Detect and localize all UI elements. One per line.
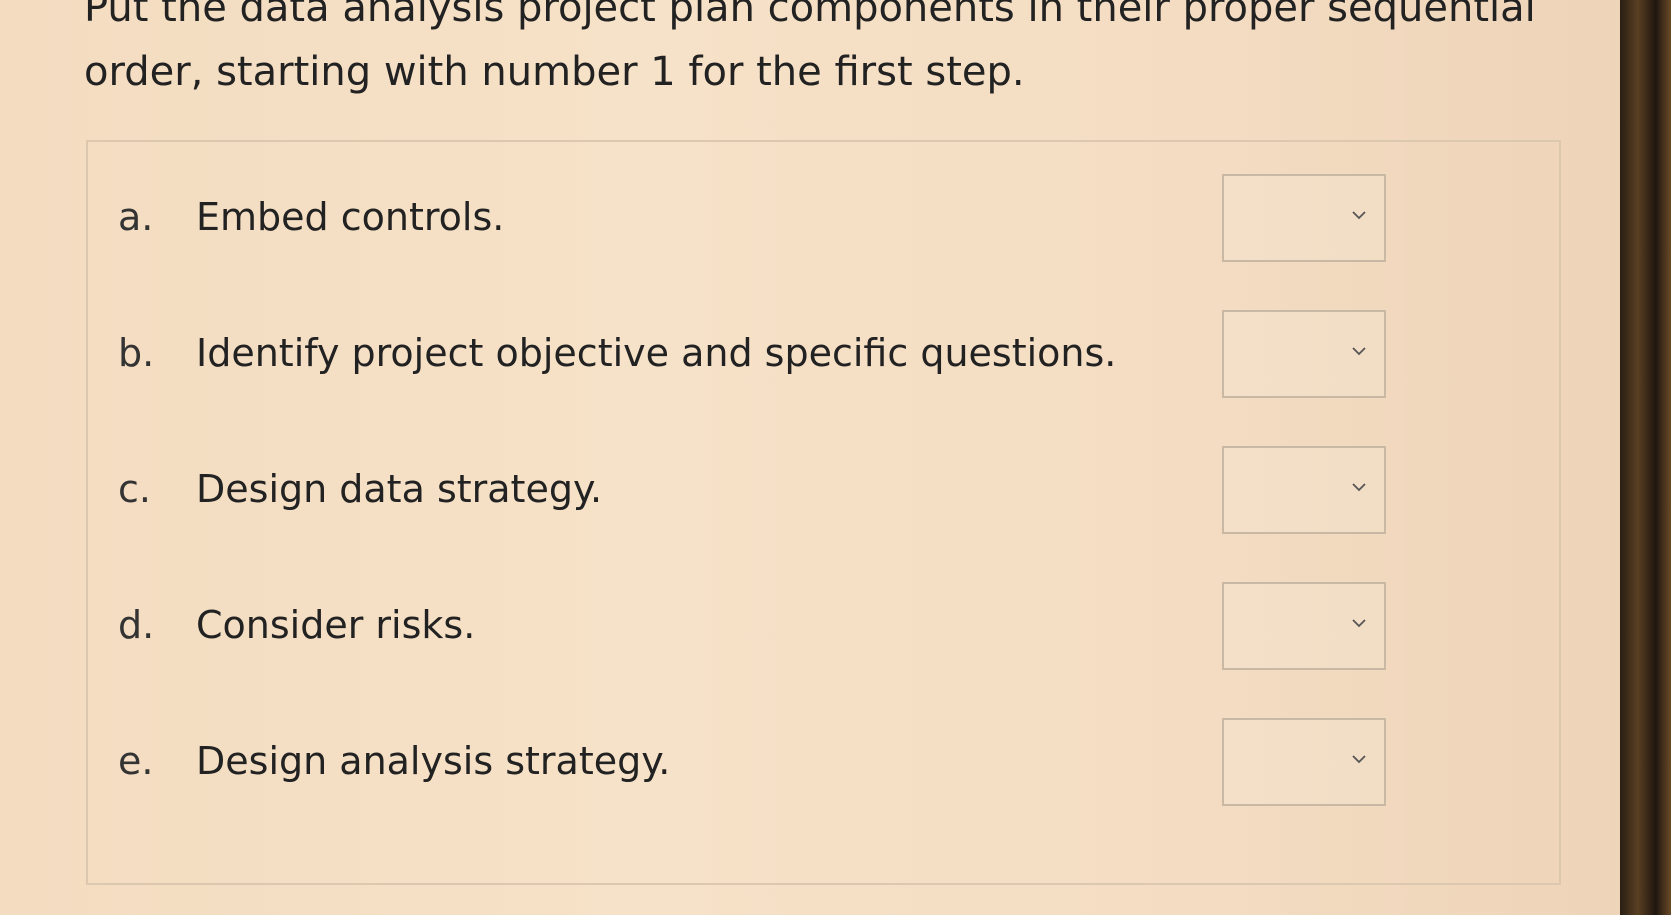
chevron-down-icon: [1352, 619, 1366, 628]
item-letter: d.: [118, 603, 155, 647]
question-prompt: Put the data analysis project plan compo…: [84, 0, 1584, 104]
ordering-panel: a. Embed controls. b. Identify project o…: [86, 140, 1561, 885]
question-line-2: order, starting with number 1 for the fi…: [84, 49, 1025, 95]
list-item-a: a. Embed controls.: [88, 172, 1559, 262]
order-select-a[interactable]: [1222, 174, 1386, 262]
order-select-d[interactable]: [1222, 582, 1386, 670]
item-text: Consider risks.: [196, 603, 476, 647]
screen: Put the data analysis project plan compo…: [0, 0, 1620, 915]
chevron-down-icon: [1352, 347, 1366, 356]
item-letter: a.: [118, 195, 154, 239]
question-line-1: Put the data analysis project plan compo…: [84, 0, 1536, 31]
item-text: Identify project objective and specific …: [196, 331, 1117, 375]
order-select-c[interactable]: [1222, 446, 1386, 534]
order-select-e[interactable]: [1222, 718, 1386, 806]
screen-bezel: [1620, 0, 1671, 915]
list-item-e: e. Design analysis strategy.: [88, 716, 1559, 806]
list-item-b: b. Identify project objective and specif…: [88, 308, 1559, 398]
list-item-c: c. Design data strategy.: [88, 444, 1559, 534]
item-text: Design data strategy.: [196, 467, 603, 511]
item-letter: c.: [118, 467, 151, 511]
order-select-b[interactable]: [1222, 310, 1386, 398]
chevron-down-icon: [1352, 483, 1366, 492]
item-text: Embed controls.: [196, 195, 505, 239]
item-letter: e.: [118, 739, 154, 783]
chevron-down-icon: [1352, 211, 1366, 220]
list-item-d: d. Consider risks.: [88, 580, 1559, 670]
chevron-down-icon: [1352, 755, 1366, 764]
item-text: Design analysis strategy.: [196, 739, 671, 783]
item-letter: b.: [118, 331, 155, 375]
